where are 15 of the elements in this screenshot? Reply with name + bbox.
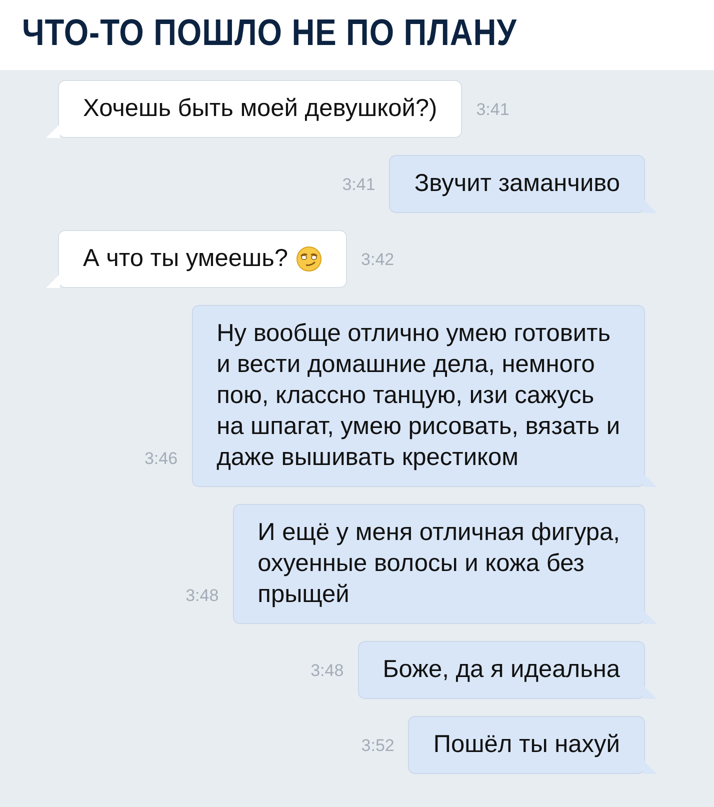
message-time: 3:41 — [341, 175, 376, 196]
message-time: 3:42 — [360, 250, 396, 271]
message-text: Боже, да я идеальна — [382, 655, 620, 685]
message-text: Ну вообще отлично умею готовить и вести домашние дела, немного пою, классно танцую, изи сажусь на шпагат, умею рисовать, вязать и даже вышивать крестиком — [216, 319, 620, 473]
message-time: 3:46 — [143, 449, 179, 470]
message-time: 3:48 — [184, 586, 220, 607]
message-text: И ещё у меня отличная фигура, охуенные волосы и кожа без прыщей — [258, 518, 620, 610]
message-text: Пошёл ты нахуй — [433, 730, 620, 760]
message-text: Хочешь быть моей девушкой?) — [83, 94, 438, 124]
message-text: А что ты умеешь? — [83, 244, 288, 274]
message-time: 3:41 — [475, 100, 510, 121]
meme-title: ЧТО-ТО ПОШЛО НЕ ПО ПЛАНУ — [22, 11, 517, 55]
message-time: 3:52 — [360, 736, 396, 757]
message-text: Звучит заманчиво — [414, 169, 620, 199]
message-time: 3:48 — [310, 661, 345, 682]
